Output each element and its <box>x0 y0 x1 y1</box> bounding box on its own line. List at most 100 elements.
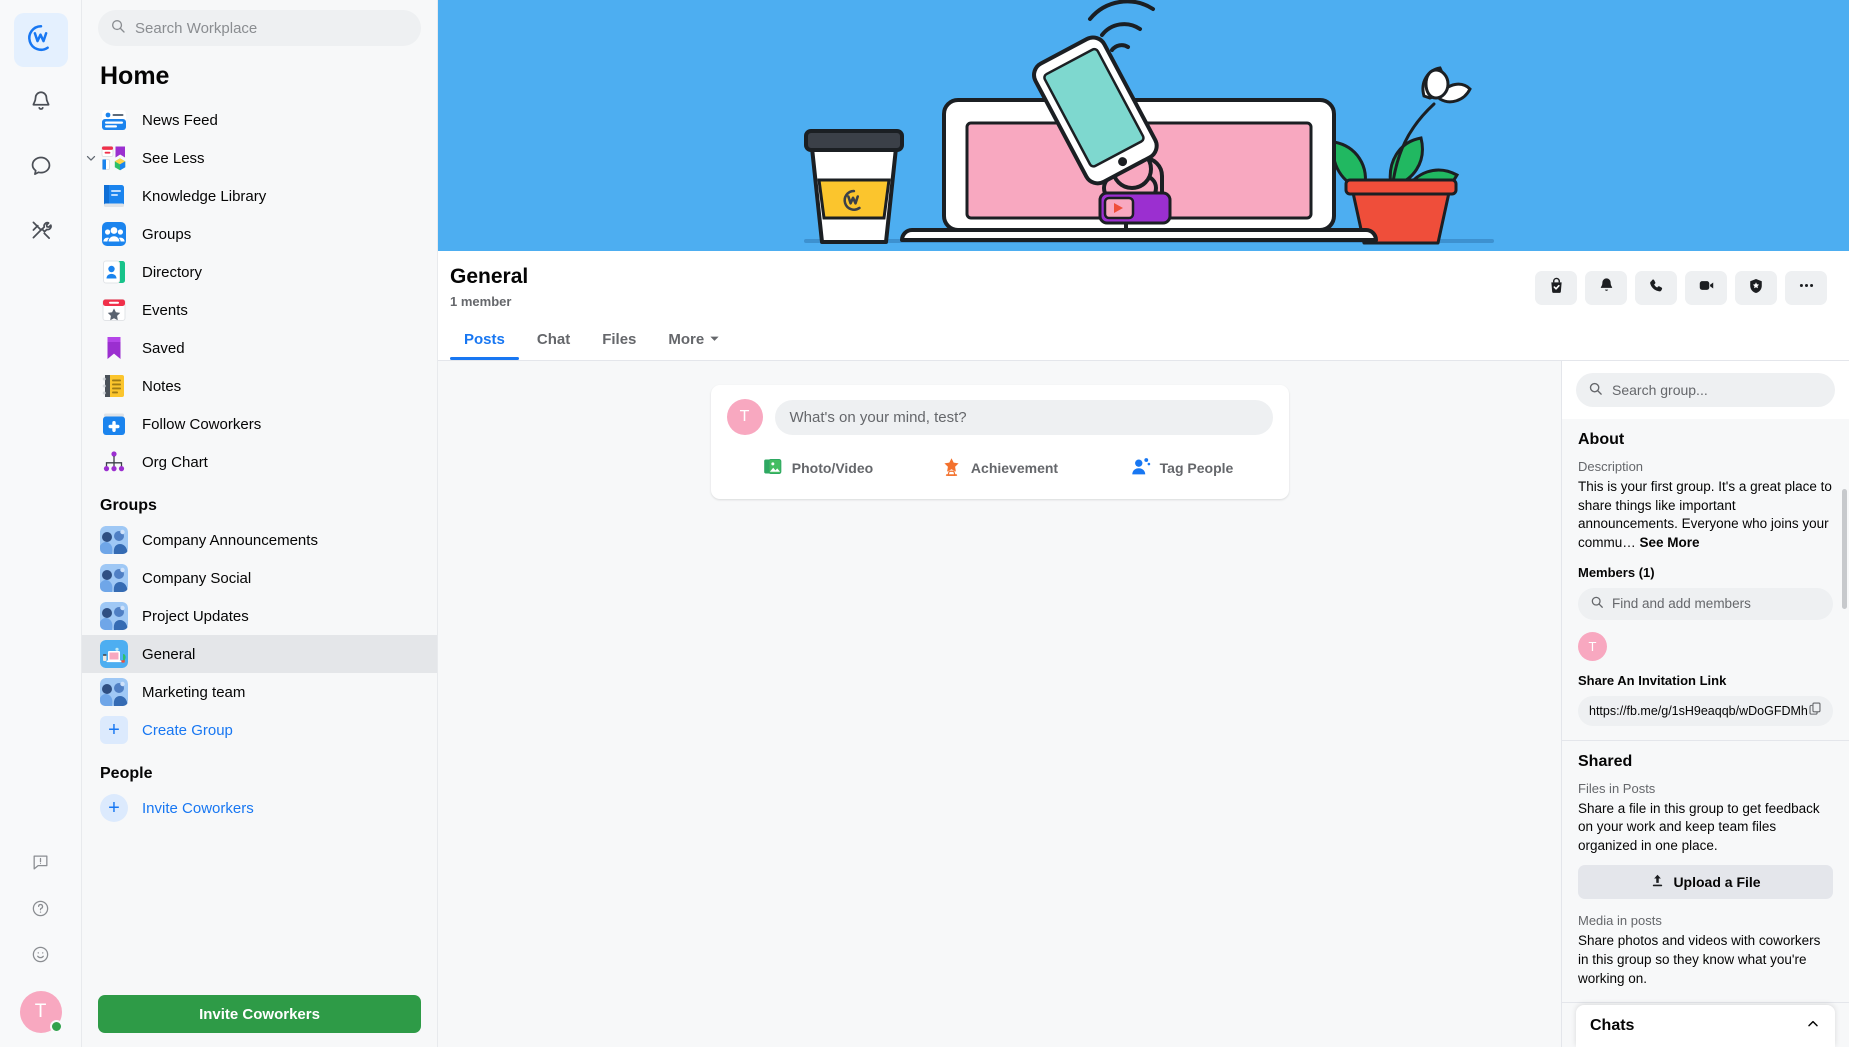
more-options-button[interactable] <box>1785 271 1827 305</box>
group-info-panel: Search group... About Description This i… <box>1561 361 1849 1047</box>
feedback-icon <box>31 853 50 877</box>
rail-item-workplace-home[interactable] <box>13 13 68 67</box>
smiley-icon <box>31 945 50 969</box>
rail-item-notifications[interactable] <box>14 77 68 131</box>
composer-avatar[interactable]: T <box>726 399 763 435</box>
invite-coworkers-button[interactable]: Invite Coworkers <box>98 995 421 1033</box>
rail-item-emoji-status[interactable] <box>21 937 61 977</box>
group-avatar <box>100 640 128 668</box>
invite-coworkers-label: Invite Coworkers <box>142 799 254 817</box>
chats-bar[interactable]: Chats <box>1576 1005 1835 1047</box>
directory-icon <box>100 258 128 286</box>
sidebar-item-directory[interactable]: Directory <box>82 253 437 291</box>
tab-posts[interactable]: Posts <box>450 321 519 360</box>
search-icon <box>1588 381 1603 399</box>
joined-bag-check-icon <box>1547 276 1566 300</box>
invite-coworkers-link[interactable]: + Invite Coworkers <box>82 789 437 827</box>
sidebar-group-company-social[interactable]: Company Social <box>82 559 437 597</box>
group-avatar <box>100 526 128 554</box>
follow-coworkers-icon <box>100 410 128 438</box>
photo-video-label: Photo/Video <box>791 460 874 476</box>
chevron-down-icon[interactable] <box>84 151 98 165</box>
post-input[interactable]: What's on your mind, test? <box>774 399 1273 435</box>
sidebar-group-marketing-team[interactable]: Marketing team <box>82 673 437 711</box>
see-more-link[interactable]: See More <box>1640 535 1700 550</box>
sidebar-item-label: Directory <box>142 263 203 281</box>
video-call-button[interactable] <box>1685 271 1727 305</box>
tab-files[interactable]: Files <box>588 321 650 360</box>
invitation-link-field[interactable]: https://fb.me/g/1sH9eaqqb/wDoGFDMh <box>1578 695 1833 726</box>
member-avatar[interactable]: T <box>1578 631 1607 661</box>
invitation-link-url: https://fb.me/g/1sH9eaqqb/wDoGFDMh <box>1589 703 1808 718</box>
avatar[interactable]: T <box>19 991 63 1033</box>
chat-bubble-icon <box>28 153 54 184</box>
avatar-initial: T <box>34 1001 47 1022</box>
group-badge-button[interactable] <box>1735 271 1777 305</box>
news-feed-icon <box>100 106 128 134</box>
sidebar-item-see-less[interactable]: See Less <box>82 139 437 177</box>
sidebar-item-label: Org Chart <box>142 453 208 471</box>
group-action-buttons <box>1535 271 1827 305</box>
group-cover-photo[interactable] <box>438 0 1849 251</box>
rail-item-tools[interactable] <box>14 205 68 259</box>
sidebar-item-follow-coworkers[interactable]: Follow Coworkers <box>82 405 437 443</box>
upload-file-button[interactable]: Upload a File <box>1578 865 1833 900</box>
sidebar-item-org-chart[interactable]: Org Chart <box>82 443 437 481</box>
sidebar-item-saved[interactable]: Saved <box>82 329 437 367</box>
rail-item-help[interactable] <box>21 891 61 931</box>
composer-top: T What's on your mind, test? <box>726 399 1273 435</box>
create-group-button[interactable]: + Create Group <box>82 711 437 749</box>
sidebar-item-label: Follow Coworkers <box>142 415 262 433</box>
panel-scrollbar[interactable] <box>1842 489 1847 819</box>
tag-people-button[interactable]: Tag People <box>1091 449 1273 487</box>
tab-more[interactable]: More <box>654 321 734 360</box>
create-group-label: Create Group <box>142 721 233 739</box>
photo-video-button[interactable]: Photo/Video <box>727 449 909 487</box>
chevron-up-icon[interactable] <box>1805 1016 1821 1037</box>
panel-scrollbar-thumb[interactable] <box>1842 489 1847 609</box>
sidebar-item-label: Events <box>142 301 188 319</box>
saved-icon <box>100 334 128 362</box>
sidebar-item-groups[interactable]: Groups <box>82 215 437 253</box>
search-input[interactable]: Search Workplace <box>98 10 421 46</box>
tab-label: Chat <box>536 331 571 348</box>
group-avatar <box>100 602 128 630</box>
tab-chat[interactable]: Chat <box>523 321 584 360</box>
shared-title: Shared <box>1578 752 1633 770</box>
achievement-button[interactable]: Achievement <box>909 449 1091 487</box>
copy-icon[interactable] <box>1808 701 1822 720</box>
about-section: About Description This is your first gro… <box>1562 419 1849 741</box>
composer-actions: Photo/Video Achievement Tag People <box>727 449 1273 487</box>
find-members-input[interactable]: Find and add members <box>1578 587 1833 620</box>
achievement-label: Achievement <box>970 460 1059 476</box>
audio-call-button[interactable] <box>1635 271 1677 305</box>
group-search-container: Search group... <box>1562 361 1849 419</box>
group-search-input[interactable]: Search group... <box>1576 373 1835 407</box>
sidebar-group-label: Company Social <box>142 569 252 587</box>
panel-scroll-body: About Description This is your first gro… <box>1562 419 1849 1047</box>
presence-indicator <box>49 1020 63 1033</box>
achievement-star-icon <box>941 456 962 480</box>
workplace-logo-icon <box>26 23 56 58</box>
joined-button[interactable] <box>1535 271 1577 305</box>
plus-icon: + <box>100 716 128 744</box>
sidebar-item-notes[interactable]: Notes <box>82 367 437 405</box>
sidebar-item-events[interactable]: Events <box>82 291 437 329</box>
sidebar-group-general[interactable]: General <box>82 635 437 673</box>
rail-item-feedback[interactable] <box>21 845 61 885</box>
sidebar-item-news-feed[interactable]: News Feed <box>82 101 437 139</box>
left-rail: T <box>0 0 82 1047</box>
caret-down-icon <box>709 331 720 348</box>
post-composer: T What's on your mind, test? Photo/Video… <box>710 385 1289 499</box>
group-title: General <box>450 265 529 288</box>
sidebar-item-knowledge-library[interactable]: Knowledge Library <box>82 177 437 215</box>
search-icon <box>1590 595 1604 612</box>
notifications-button[interactable] <box>1585 271 1627 305</box>
group-avatar <box>100 678 128 706</box>
sidebar-group-project-updates[interactable]: Project Updates <box>82 597 437 635</box>
rail-item-chat[interactable] <box>14 141 68 195</box>
plus-icon: + <box>100 794 128 822</box>
about-title: About <box>1578 431 1625 448</box>
tab-label: More <box>668 331 705 348</box>
sidebar-group-company-announcements[interactable]: Company Announcements <box>82 521 437 559</box>
